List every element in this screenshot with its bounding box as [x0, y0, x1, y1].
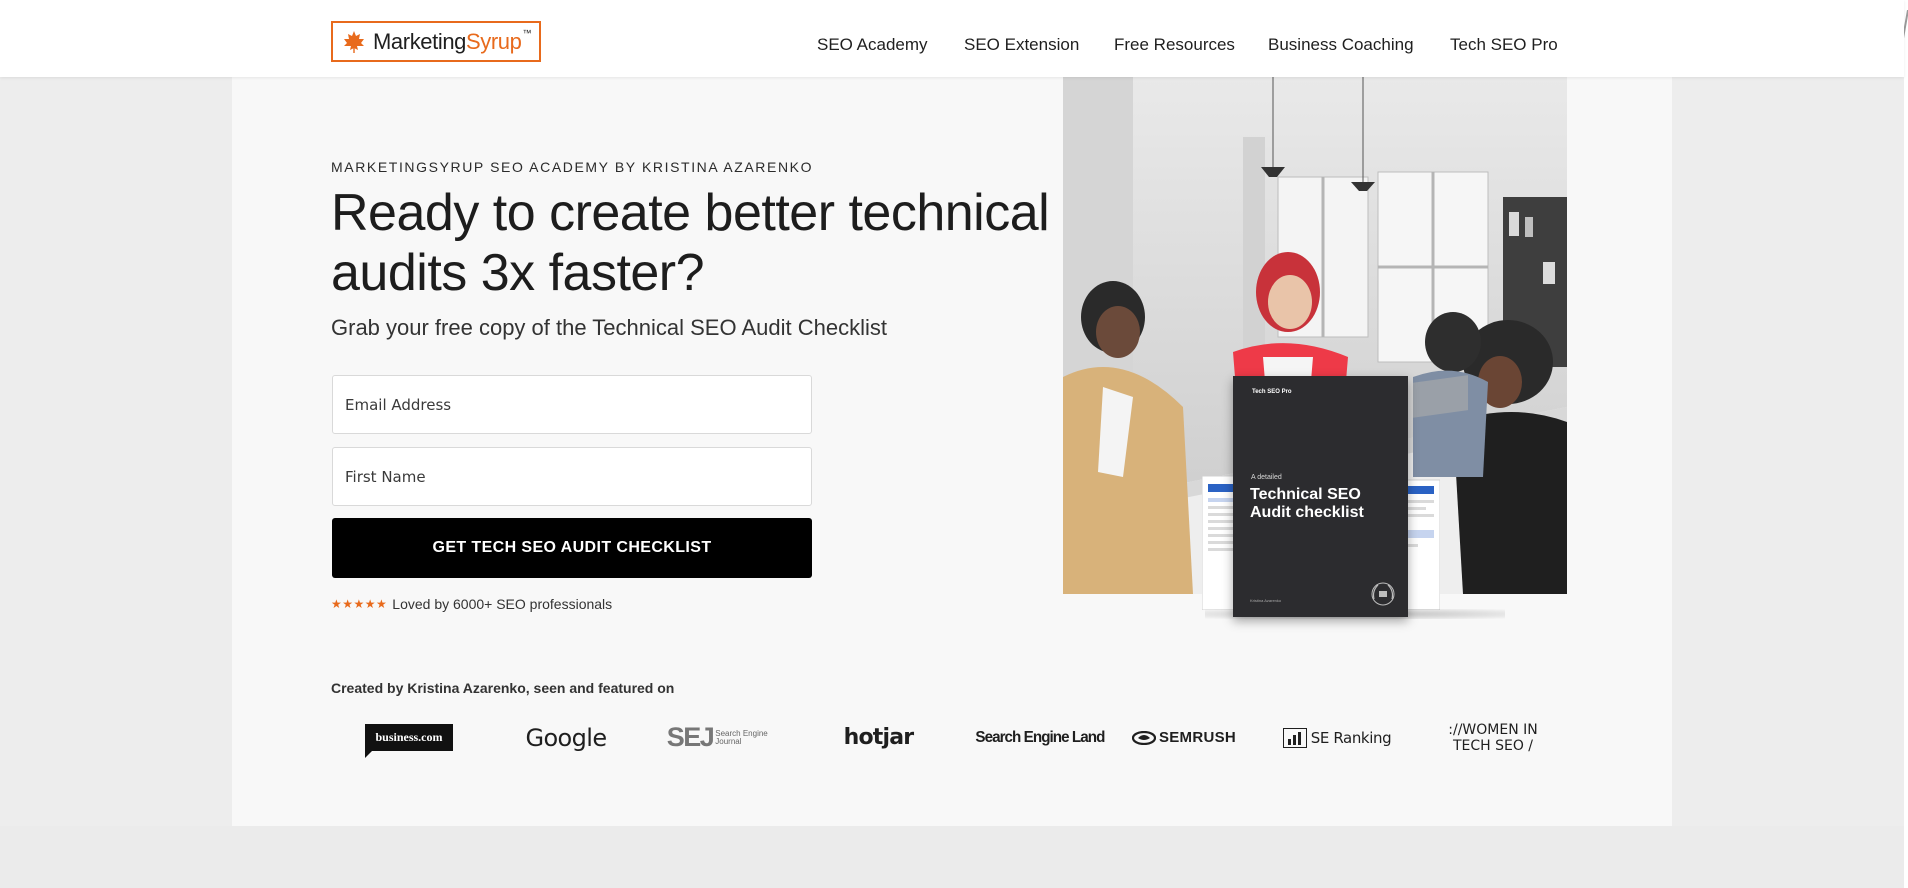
- nav-seo-academy[interactable]: SEO Academy: [817, 35, 928, 55]
- women-in-tech-seo-logo: ://WOMEN IN TECH SEO /: [1443, 715, 1543, 760]
- se-ranking-logo-text: SE Ranking: [1310, 728, 1392, 747]
- nav-tech-seo-pro[interactable]: Tech SEO Pro: [1450, 35, 1558, 55]
- book-author: Kristina Azarenko: [1250, 598, 1282, 603]
- next-section-band: [0, 826, 1904, 888]
- site-header: MarketingSyrup ™ SEO Academy SEO Extensi…: [0, 0, 1904, 77]
- nav-business-coaching[interactable]: Business Coaching: [1268, 35, 1414, 55]
- businesscom-logo: business.com: [361, 715, 457, 760]
- laurel-seal-icon: [1371, 582, 1395, 606]
- rating-text: Loved by 6000+ SEO professionals: [392, 596, 613, 612]
- semrush-flame-icon: [1131, 730, 1156, 745]
- google-logo: Google: [521, 715, 611, 760]
- book-brand: Tech SEO Pro: [1252, 389, 1292, 395]
- email-field[interactable]: [332, 375, 812, 434]
- hero-eyebrow: MARKETINGSYRUP SEO ACADEMY BY KRISTINA A…: [331, 159, 814, 175]
- sej-logo-sub: Search Engine Journal: [715, 728, 768, 746]
- rating-line: ★★★★★ Loved by 6000+ SEO professionals: [331, 596, 612, 612]
- checklist-book-cover: Tech SEO Pro A detailed Technical SEO Au…: [1233, 376, 1408, 617]
- hero-subhead: Grab your free copy of the Technical SEO…: [331, 315, 887, 340]
- sej-logo-mark: SEJ: [666, 722, 715, 752]
- se-ranking-logo: SE Ranking: [1282, 715, 1392, 760]
- search-engine-land-logo-text: Search Engine Land: [975, 728, 1105, 746]
- semrush-logo: SEMRUSH: [1125, 715, 1243, 760]
- hero-headline: Ready to create better technical SEO aud…: [331, 184, 1172, 302]
- women-in-tech-seo-logo-text: ://WOMEN IN TECH SEO /: [1448, 721, 1538, 754]
- businesscom-logo-box: business.com: [365, 724, 453, 758]
- search-engine-land-logo: Search Engine Land: [967, 715, 1113, 760]
- book-title: Technical SEO Audit checklist: [1250, 486, 1364, 521]
- google-logo-text: Google: [525, 723, 607, 752]
- nav-seo-extension[interactable]: SEO Extension: [964, 35, 1079, 55]
- first-name-field[interactable]: [332, 447, 812, 506]
- nav-free-resources[interactable]: Free Resources: [1114, 35, 1235, 55]
- featured-label: Created by Kristina Azarenko, seen and f…: [331, 680, 675, 696]
- page-scrollbar[interactable]: [1901, 0, 1908, 888]
- get-checklist-button[interactable]: GET TECH SEO AUDIT CHECKLIST: [332, 518, 812, 578]
- businesscom-logo-text: business.com: [375, 730, 443, 744]
- featured-logos: business.com Google SEJ Search Engine Jo…: [331, 715, 1553, 760]
- hotjar-logo: hotjar: [841, 715, 916, 760]
- star-rating-icon: ★★★★★: [331, 597, 388, 611]
- se-ranking-bars-icon: [1282, 727, 1307, 748]
- hotjar-logo-text: hotjar: [843, 725, 915, 750]
- semrush-logo-text: SEMRUSH: [1158, 729, 1237, 746]
- sej-logo: SEJ Search Engine Journal: [661, 715, 776, 760]
- main-nav: SEO Academy SEO Extension Free Resources…: [0, 35, 1904, 59]
- book-kicker: A detailed: [1251, 474, 1282, 481]
